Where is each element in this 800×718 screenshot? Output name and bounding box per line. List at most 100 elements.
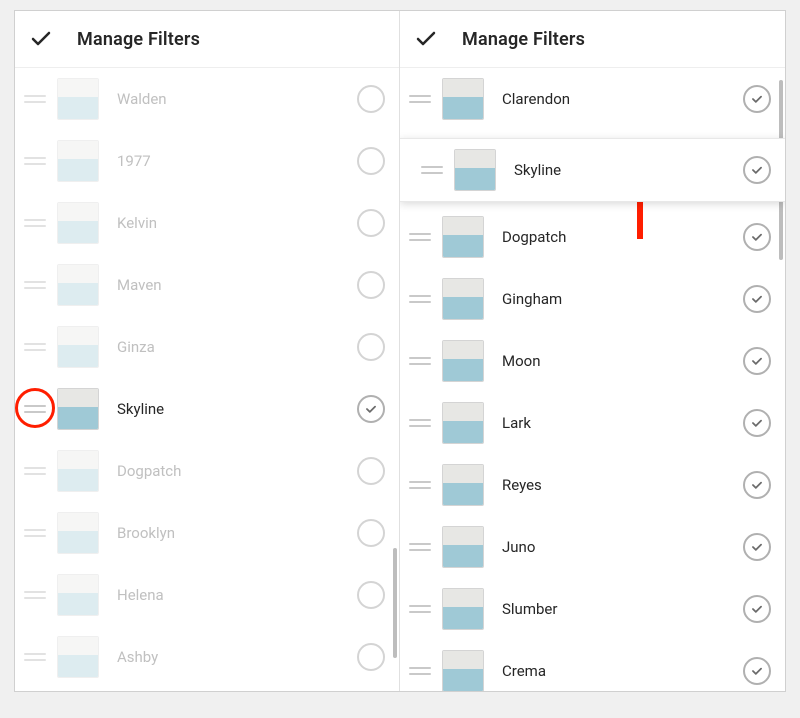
filter-name: Crema [494,662,733,680]
filter-name: Gingham [494,290,733,308]
drag-handle-icon[interactable] [23,529,47,537]
filter-thumbnail [442,78,484,120]
filter-row[interactable]: Maven [15,254,399,316]
drag-handle-icon[interactable] [408,667,432,675]
filter-row[interactable]: Helena [15,564,399,626]
panel-left: Manage Filters Walden 1977 Kelvin Maven Ginz… [15,11,400,691]
filter-thumbnail [442,216,484,258]
filter-thumbnail [57,78,99,120]
filter-row[interactable]: Juno [400,516,785,578]
filter-thumbnail [57,202,99,244]
enable-toggle[interactable] [357,457,385,485]
drag-handle-icon[interactable] [408,481,432,489]
filter-row[interactable]: Reyes [400,454,785,516]
filter-name: Slumber [494,600,733,618]
enable-toggle[interactable] [357,147,385,175]
enable-toggle[interactable] [743,285,771,313]
enable-toggle[interactable] [743,156,771,184]
enable-toggle[interactable] [743,471,771,499]
drag-handle-icon[interactable] [408,233,432,241]
filter-row[interactable]: Ginza [15,316,399,378]
drag-handle-icon[interactable] [23,591,47,599]
filter-row[interactable]: Lark [400,392,785,454]
filter-name: Walden [109,90,347,108]
enable-toggle[interactable] [357,85,385,113]
enable-toggle[interactable] [743,409,771,437]
filter-thumbnail [442,650,484,691]
enable-toggle[interactable] [357,395,385,423]
drag-handle-icon[interactable] [23,95,47,103]
drag-handle-icon[interactable] [23,281,47,289]
enable-toggle[interactable] [357,271,385,299]
enable-toggle[interactable] [357,519,385,547]
filter-thumbnail [57,140,99,182]
filter-row[interactable]: Gingham [400,268,785,330]
filter-row[interactable]: 1977 [15,130,399,192]
filter-name: Kelvin [109,214,347,232]
enable-toggle[interactable] [357,209,385,237]
enable-toggle[interactable] [743,657,771,685]
drag-handle-icon[interactable] [408,419,432,427]
drag-handle-icon[interactable] [408,295,432,303]
filter-name: Maven [109,276,347,294]
filter-thumbnail [57,636,99,678]
filter-thumbnail [442,340,484,382]
enable-toggle[interactable] [743,595,771,623]
filter-row[interactable]: Moon [400,330,785,392]
screen-title: Manage Filters [462,29,585,50]
enable-toggle[interactable] [357,333,385,361]
header-right: Manage Filters [400,11,785,68]
drag-handle-icon[interactable] [408,95,432,103]
filter-list-left[interactable]: Walden 1977 Kelvin Maven GinzaSkyline Dogpat… [15,68,399,691]
enable-toggle[interactable] [743,347,771,375]
drag-handle-icon[interactable] [23,467,47,475]
filter-row[interactable]: Dogpatch [15,440,399,502]
drag-handle-icon[interactable] [420,166,444,174]
header-left: Manage Filters [15,11,399,68]
filter-row[interactable]: Dogpatch [400,206,785,268]
filter-thumbnail [57,450,99,492]
filter-list-right[interactable]: Clarendon Skyline Dogpatch Gingham Moon LarkR… [400,68,785,691]
panel-right: Manage Filters Clarendon Skyline Dogpatch G… [400,11,785,691]
drag-handle-icon[interactable] [408,543,432,551]
filter-name: Juno [494,538,733,556]
filter-thumbnail [442,402,484,444]
drag-handle-icon[interactable] [23,653,47,661]
filter-thumbnail [57,574,99,616]
enable-toggle[interactable] [357,643,385,671]
filter-name: 1977 [109,152,347,170]
done-button[interactable] [414,27,438,51]
drag-handle-icon[interactable] [408,357,432,365]
filter-row[interactable]: Skyline [400,138,785,202]
filter-thumbnail [57,388,99,430]
filter-row[interactable]: Clarendon [400,68,785,130]
enable-toggle[interactable] [743,533,771,561]
filter-thumbnail [57,264,99,306]
filter-thumbnail [57,512,99,554]
filter-row[interactable]: Crema [400,640,785,691]
filter-row[interactable]: Ashby [15,626,399,688]
filter-thumbnail [57,326,99,368]
comparison-frame: Manage Filters Walden 1977 Kelvin Maven Ginz… [14,10,786,692]
drag-handle-icon[interactable] [23,219,47,227]
enable-toggle[interactable] [743,223,771,251]
filter-name: Moon [494,352,733,370]
filter-thumbnail [442,464,484,506]
filter-row[interactable]: Slumber [400,578,785,640]
drag-handle-icon[interactable] [408,605,432,613]
enable-toggle[interactable] [743,85,771,113]
drag-handle-icon[interactable] [23,157,47,165]
drag-handle-icon[interactable] [23,343,47,351]
filter-name: Dogpatch [494,228,733,246]
done-button[interactable] [29,27,53,51]
filter-thumbnail [442,588,484,630]
filter-row[interactable]: Kelvin [15,192,399,254]
filter-thumbnail [454,149,496,191]
filter-row[interactable]: Brooklyn [15,502,399,564]
filter-row[interactable]: Walden [15,68,399,130]
filter-name: Dogpatch [109,462,347,480]
drag-handle-icon[interactable] [23,405,47,413]
filter-name: Ashby [109,648,347,666]
enable-toggle[interactable] [357,581,385,609]
filter-row[interactable]: Skyline [15,378,399,440]
